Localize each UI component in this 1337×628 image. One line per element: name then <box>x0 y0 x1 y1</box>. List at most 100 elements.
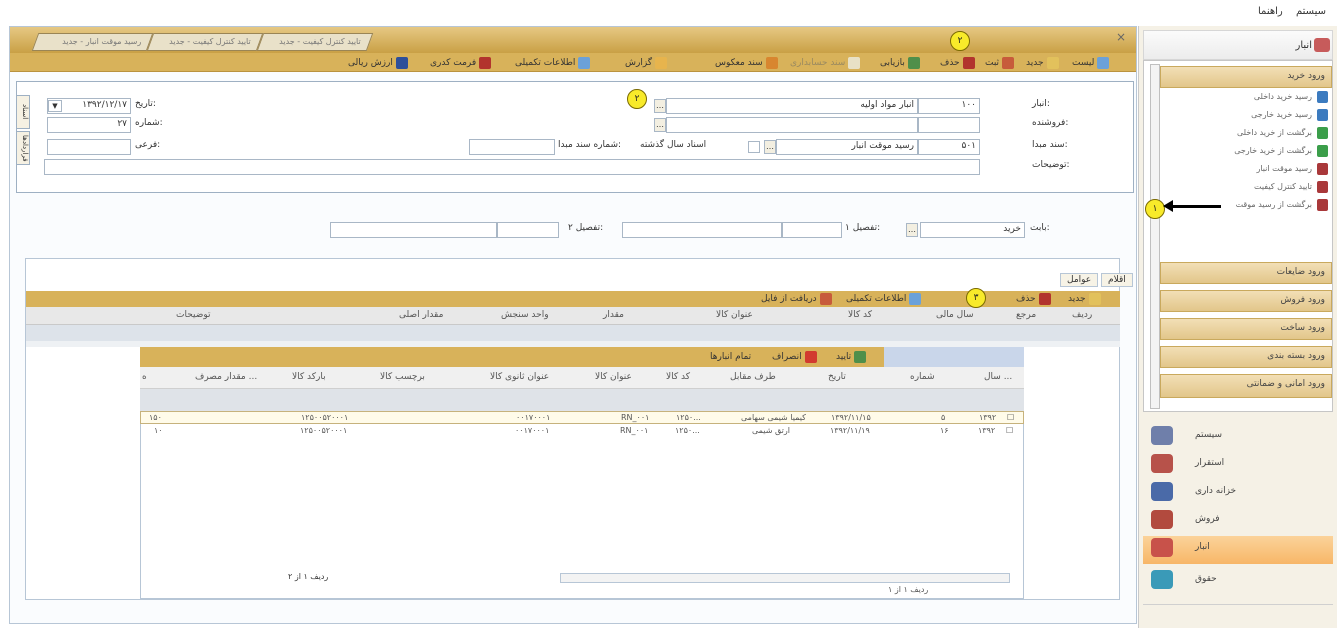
delete-button[interactable]: حذف <box>940 56 975 70</box>
list-button[interactable]: لیست <box>1072 56 1110 70</box>
cell-num: ۱۶ <box>940 426 949 435</box>
annotation-marker: ۳ <box>966 288 986 308</box>
store-lookup-button[interactable]: … <box>654 99 666 113</box>
tree-scrollbar[interactable] <box>1150 64 1160 409</box>
leaf-temp-receipt[interactable]: رسید موقت انبار <box>1160 162 1332 178</box>
cell-date: ۱۳۹۲/۱۱/۱۹ <box>830 426 870 435</box>
filter-field-2[interactable] <box>782 222 842 238</box>
grid-extra-info-button[interactable]: اطلاعات تکمیلی <box>846 292 922 306</box>
filter-lookup-1[interactable]: … <box>906 223 918 237</box>
import-file-button[interactable]: دریافت از فایل <box>761 292 832 306</box>
pcol-date: تاریخ <box>828 372 846 382</box>
pcol-label: برچسب کالا <box>380 372 425 382</box>
tab-qc-2[interactable]: تایید کنترل کیفیت - جدید <box>146 33 264 51</box>
popup-confirm-button[interactable]: تایید <box>836 350 867 364</box>
tab-qc-1[interactable]: تایید کنترل کیفیت - جدید <box>256 33 374 51</box>
popup-toolbar-filler <box>884 347 1024 367</box>
side-tab-docs[interactable]: اسناد <box>16 95 30 129</box>
pcol-title2: عنوان ثانوی کالا <box>490 372 550 382</box>
number-field[interactable]: ۲۷ <box>47 117 131 133</box>
leaf-purchase-external[interactable]: رسید خرید خارجی <box>1160 108 1332 124</box>
reverse-doc-button[interactable]: سند معکوس <box>715 56 778 70</box>
section-production[interactable]: ورود ساخت <box>1160 318 1332 340</box>
seller-code-field[interactable] <box>918 117 980 133</box>
tab-factors[interactable]: عوامل <box>1060 273 1099 287</box>
all-stores-toggle[interactable]: تمام انبارها <box>710 350 751 364</box>
section-sales[interactable]: ورود فروش <box>1160 290 1332 312</box>
restore-button[interactable]: بازیابی <box>880 56 920 70</box>
section-waste[interactable]: ورود ضایعات <box>1160 262 1332 284</box>
leaf-return-external[interactable]: برگشت از خرید خارجی <box>1160 144 1332 160</box>
temp-label: فرعی: <box>135 140 161 150</box>
seller-lookup-button[interactable]: … <box>654 118 666 132</box>
nav-sales[interactable]: فروش <box>1143 508 1333 532</box>
deploy-icon <box>1151 454 1173 473</box>
report-button[interactable]: گزارش <box>625 56 668 70</box>
grid-new-button[interactable]: جدید <box>1068 292 1101 306</box>
extra-info-button[interactable]: اطلاعات تکمیلی <box>515 56 591 70</box>
accounting-doc-button[interactable]: سند حسابداری <box>790 56 861 70</box>
source-lookup-button[interactable]: … <box>764 140 776 154</box>
cell-qty: ۱۰ <box>154 426 163 435</box>
row-checkbox[interactable]: ☐ <box>1007 413 1014 422</box>
leaf-return-internal[interactable]: برگشت از خرید داخلی <box>1160 126 1332 142</box>
nav-deploy[interactable]: استقرار <box>1143 452 1333 476</box>
store-name-field[interactable]: انبار مواد اولیه <box>666 98 918 114</box>
cell-num: ۵ <box>941 413 946 422</box>
pcol-more: ه <box>142 372 147 382</box>
section-consignment[interactable]: ورود امانی و ضمانتی <box>1160 374 1332 398</box>
source-name-field[interactable]: رسید موقت انبار <box>776 139 918 155</box>
reverse-icon <box>765 57 778 69</box>
leaf-quality-control[interactable]: تایید کنترل کیفیت <box>1160 180 1332 196</box>
temp-field[interactable] <box>47 139 131 155</box>
tab-receipt[interactable]: رسید موقت انبار - جدید <box>31 33 154 51</box>
cancel-icon <box>804 351 817 363</box>
date-dropdown-icon[interactable]: ▼ <box>48 100 62 112</box>
pcol-code: کد کالا <box>666 372 691 382</box>
rial-icon <box>395 57 408 69</box>
source-code-field[interactable]: ۵۰۱ <box>918 139 980 155</box>
sidebar-title: انبار <box>1143 30 1333 60</box>
description-field[interactable] <box>44 159 980 175</box>
section-packaging[interactable]: ورود بسته بندی <box>1160 346 1332 368</box>
description-label: توضیحات: <box>1032 160 1070 170</box>
source-doc-num-field[interactable] <box>469 139 555 155</box>
nav-payroll[interactable]: حقوق <box>1143 568 1333 592</box>
cell-title2: ۰۰۱۷۰۰۰۱ <box>515 426 550 435</box>
popup-filter-row[interactable] <box>140 389 1024 411</box>
row-checkbox[interactable]: ☐ <box>1006 426 1013 435</box>
prev-year-checkbox[interactable] <box>748 141 760 153</box>
popup-row[interactable]: ☐ ۱۳۹۲ ۵ ۱۳۹۲/۱۱/۱۵ کیمیا شیمی سهامی ۱۲۵… <box>140 411 1024 424</box>
filter-field-1[interactable]: خرید <box>920 222 1025 238</box>
annotation-marker: ۲ <box>950 31 970 51</box>
filter-field-2b[interactable] <box>622 222 782 238</box>
nav-system[interactable]: سیستم <box>1143 424 1333 448</box>
section-purchase[interactable]: ورود خرید <box>1160 66 1332 88</box>
side-tab-contracts[interactable]: قراردادها <box>16 131 30 165</box>
save-button[interactable]: ثبت <box>985 56 1015 70</box>
popup-row[interactable]: ☐ ۱۳۹۲ ۱۶ ۱۳۹۲/۱۱/۱۹ ارتق شیمی ۱۲۵۰... R… <box>140 425 1024 438</box>
sales-icon <box>1151 510 1173 529</box>
nav-treasury[interactable]: خزانه داری <box>1143 480 1333 504</box>
cell-title: RN_۰۰۱ <box>621 413 650 422</box>
horizontal-scrollbar[interactable] <box>560 573 1010 583</box>
format-icon <box>479 57 492 69</box>
grid-filter-row[interactable] <box>26 325 1120 341</box>
pcol-barcode: بارکد کالا <box>292 372 326 382</box>
confirm-icon <box>854 351 867 363</box>
tab-items[interactable]: اقلام <box>1101 273 1133 287</box>
filter-field-3b[interactable] <box>330 222 497 238</box>
menu-help[interactable]: راهنما <box>1258 6 1283 17</box>
grid-delete-button[interactable]: حذف <box>1016 292 1051 306</box>
new-button[interactable]: جدید <box>1026 56 1059 70</box>
nav-inventory[interactable]: انبار <box>1143 536 1333 564</box>
store-code-field[interactable]: ۱۰۰ <box>918 98 980 114</box>
filter-field-3[interactable] <box>497 222 559 238</box>
seller-name-field[interactable] <box>666 117 918 133</box>
rial-value-button[interactable]: ارزش ریالی <box>348 56 408 70</box>
menu-system[interactable]: سیستم <box>1296 6 1326 17</box>
format-button[interactable]: فرمت کدری <box>430 56 492 70</box>
close-tab-icon[interactable]: × <box>1116 30 1126 44</box>
popup-cancel-button[interactable]: انصراف <box>772 350 817 364</box>
leaf-purchase-internal[interactable]: رسید خرید داخلی <box>1160 90 1332 106</box>
